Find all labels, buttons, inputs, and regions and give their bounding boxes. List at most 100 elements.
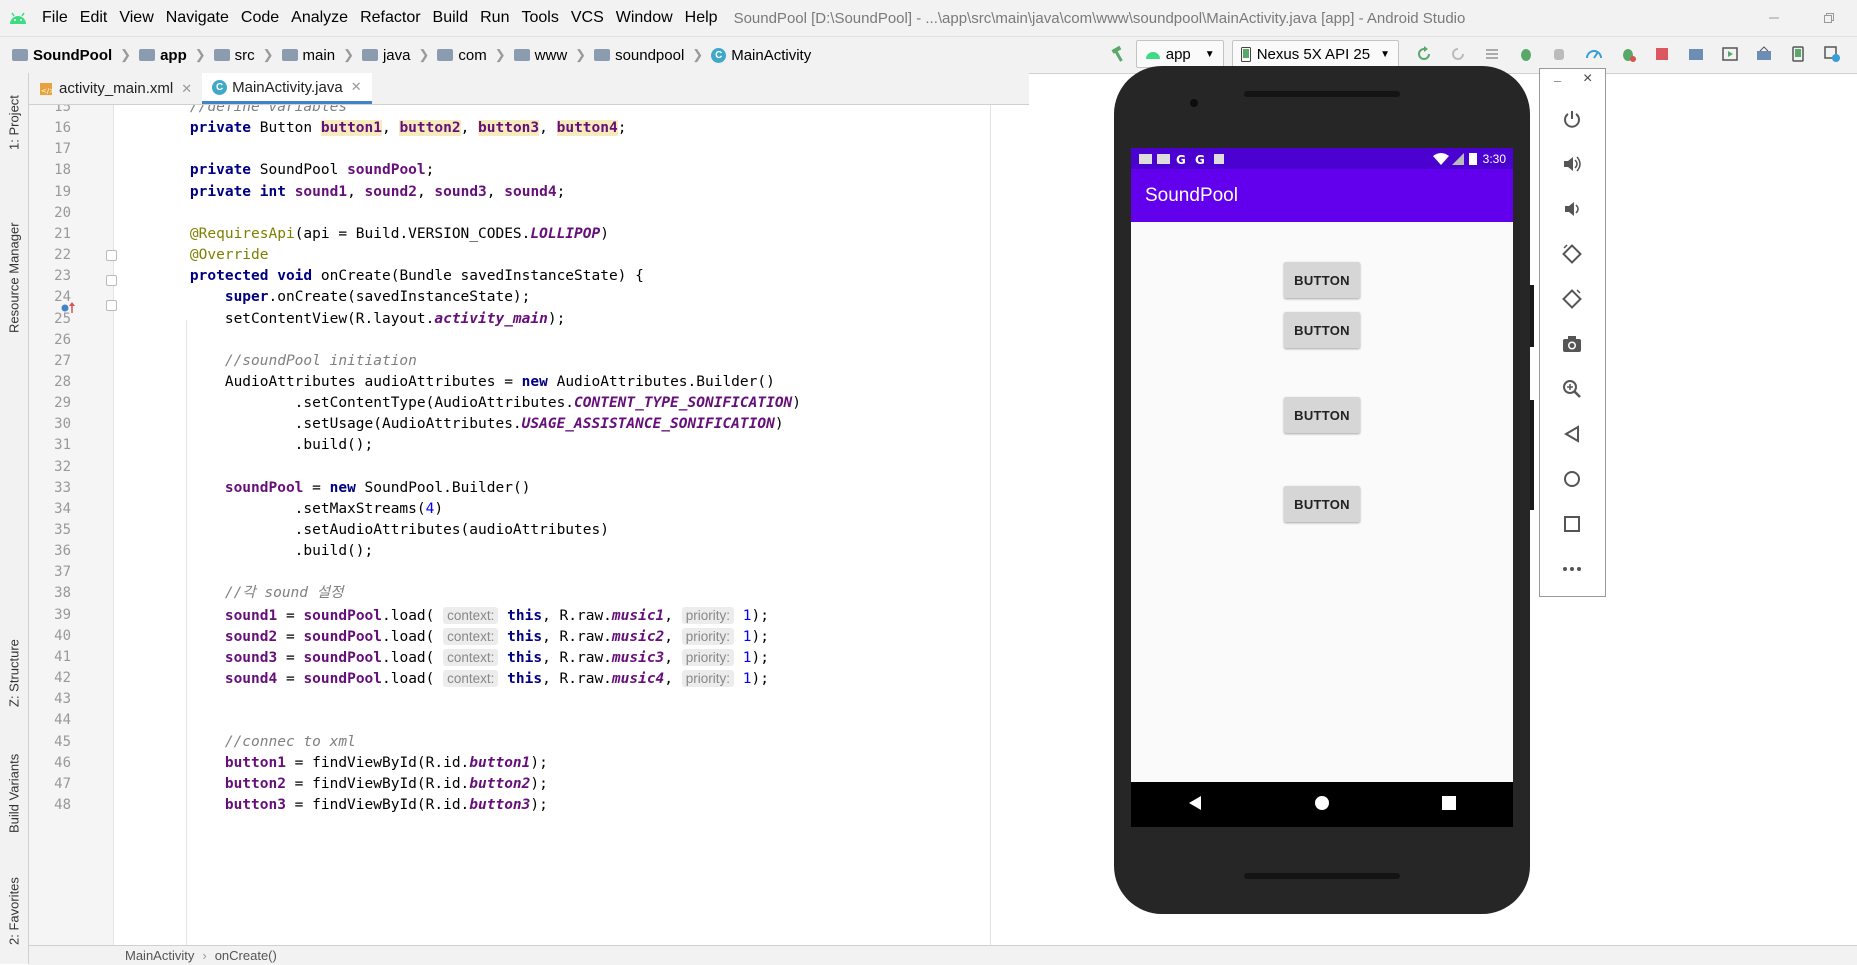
screenshot-button[interactable] bbox=[1557, 329, 1587, 359]
app-button-2[interactable]: BUTTON bbox=[1284, 312, 1360, 348]
menu-build[interactable]: Build bbox=[427, 0, 475, 36]
power-button[interactable] bbox=[1557, 104, 1587, 134]
menu-vcs[interactable]: VCS bbox=[565, 0, 610, 36]
overview-button[interactable] bbox=[1557, 509, 1587, 539]
avd-manager-icon[interactable] bbox=[1719, 43, 1741, 65]
phone-home-button[interactable] bbox=[1314, 795, 1330, 815]
breadcrumb-src[interactable]: src ❯ bbox=[213, 47, 274, 64]
breadcrumb-java[interactable]: java ❯ bbox=[361, 47, 430, 64]
status-method-name[interactable]: onCreate() bbox=[215, 948, 277, 963]
phone-back-button[interactable] bbox=[1187, 795, 1203, 815]
volume-down-button[interactable] bbox=[1557, 194, 1587, 224]
code-token: , R.raw. bbox=[542, 649, 612, 666]
menu-bar: File Edit View Navigate Code Analyze Ref… bbox=[0, 0, 1857, 36]
breadcrumb-com[interactable]: com ❯ bbox=[437, 47, 506, 64]
code-token: , R.raw. bbox=[542, 607, 612, 624]
front-camera bbox=[1190, 99, 1198, 107]
code-token: .load( bbox=[382, 628, 444, 645]
code-token: ) bbox=[600, 225, 609, 242]
code-token: this bbox=[507, 628, 543, 645]
attach-list-icon[interactable] bbox=[1481, 43, 1503, 65]
phone-overview-button[interactable] bbox=[1441, 795, 1457, 815]
fold-marker-icon[interactable] bbox=[106, 250, 117, 261]
profile-gauge-icon[interactable] bbox=[1583, 43, 1605, 65]
apply-changes-icon[interactable] bbox=[1413, 43, 1435, 65]
chevron-right-icon: ❯ bbox=[194, 47, 206, 62]
menu-navigate[interactable]: Navigate bbox=[160, 0, 235, 36]
code-token: this bbox=[507, 649, 543, 666]
menu-file[interactable]: File bbox=[36, 0, 74, 36]
structure-tool-tab[interactable]: Z: Structure bbox=[2, 618, 26, 728]
close-icon[interactable]: ✕ bbox=[181, 81, 192, 97]
build-variants-tool-tab[interactable]: Build Variants bbox=[2, 738, 26, 848]
back-button[interactable] bbox=[1557, 419, 1587, 449]
code-token: USAGE_ASSISTANCE_SONIFICATION bbox=[521, 416, 775, 433]
home-circle-icon bbox=[1314, 795, 1329, 810]
package-icon bbox=[437, 49, 454, 61]
resource-manager-tool-tab[interactable]: Resource Manager bbox=[2, 193, 26, 363]
menu-code[interactable]: Code bbox=[235, 0, 285, 36]
zoom-button[interactable] bbox=[1557, 374, 1587, 404]
code-token: = bbox=[277, 671, 304, 688]
attach-debugger-icon[interactable] bbox=[1549, 43, 1571, 65]
menu-help[interactable]: Help bbox=[679, 0, 724, 36]
apply-code-changes-icon[interactable] bbox=[1447, 43, 1469, 65]
close-icon[interactable]: ✕ bbox=[351, 79, 362, 95]
menu-view[interactable]: View bbox=[113, 0, 159, 36]
emulator-minimize-button[interactable]: – bbox=[1554, 73, 1561, 88]
tab-activity-main-xml[interactable]: </> activity_main.xml ✕ bbox=[29, 73, 202, 104]
status-class-name[interactable]: MainActivity bbox=[125, 948, 194, 963]
menu-analyze[interactable]: Analyze bbox=[285, 0, 354, 36]
device-select[interactable]: Nexus 5X API 25 ▼ bbox=[1231, 40, 1399, 68]
emulator-close-button[interactable]: × bbox=[1583, 70, 1592, 88]
menu-tools[interactable]: Tools bbox=[515, 0, 564, 36]
code-token: , R.raw. bbox=[542, 628, 612, 645]
sync-project-icon[interactable] bbox=[1685, 43, 1707, 65]
fold-marker-icon[interactable] bbox=[106, 300, 117, 311]
attach-debugger-process-icon[interactable] bbox=[1617, 43, 1639, 65]
code-editor[interactable]: 15 //define variables 16 private Button b… bbox=[29, 105, 1019, 945]
phone-side-button[interactable] bbox=[1530, 285, 1534, 347]
minimize-window-button[interactable] bbox=[1751, 0, 1797, 36]
restore-window-button[interactable] bbox=[1806, 0, 1852, 36]
favorites-tool-tab[interactable]: 2: Favorites bbox=[2, 863, 26, 959]
breadcrumb-mainactivity[interactable]: C MainActivity bbox=[711, 47, 811, 64]
power-icon bbox=[1564, 111, 1580, 128]
layout-inspector-icon[interactable] bbox=[1821, 43, 1843, 65]
phone-side-button[interactable] bbox=[1530, 400, 1534, 510]
more-button[interactable] bbox=[1557, 554, 1587, 584]
rotate-right-button[interactable] bbox=[1557, 284, 1587, 314]
rotate-left-button[interactable] bbox=[1557, 239, 1587, 269]
device-manager-icon[interactable] bbox=[1787, 43, 1809, 65]
menu-window[interactable]: Window bbox=[610, 0, 679, 36]
home-button[interactable] bbox=[1557, 464, 1587, 494]
stop-icon[interactable] bbox=[1651, 43, 1673, 65]
breadcrumb-main[interactable]: main ❯ bbox=[281, 47, 354, 64]
app-button-3[interactable]: BUTTON bbox=[1284, 397, 1360, 433]
code-token: sound3 bbox=[434, 183, 487, 200]
breadcrumb-app[interactable]: app ❯ bbox=[139, 47, 206, 64]
run-configuration-select[interactable]: app ▼ bbox=[1135, 40, 1224, 68]
override-gutter-icon[interactable] bbox=[60, 301, 76, 319]
menu-run[interactable]: Run bbox=[474, 0, 515, 36]
code-token: ); bbox=[530, 754, 548, 771]
build-hammer-icon[interactable] bbox=[1108, 43, 1130, 65]
code-token: sound2 bbox=[224, 628, 278, 645]
tab-main-activity-java[interactable]: C MainActivity.java ✕ bbox=[202, 73, 372, 104]
menu-edit[interactable]: Edit bbox=[74, 0, 114, 36]
debug-bug-icon[interactable] bbox=[1515, 43, 1537, 65]
fold-marker-icon[interactable] bbox=[106, 275, 117, 286]
breadcrumb-project[interactable]: SoundPool ❯ bbox=[12, 47, 131, 64]
app-button-1[interactable]: BUTTON bbox=[1284, 262, 1360, 298]
code-line[interactable]: 48 button3 = findViewById(R.id.button3); bbox=[29, 793, 1019, 818]
app-button-4[interactable]: BUTTON bbox=[1284, 486, 1360, 522]
project-tool-tab[interactable]: 1: Project bbox=[2, 83, 26, 163]
chevron-right-icon: ❯ bbox=[418, 47, 430, 62]
volume-up-button[interactable] bbox=[1557, 149, 1587, 179]
breadcrumb-soundpool[interactable]: soundpool ❯ bbox=[594, 47, 703, 64]
code-token: , bbox=[664, 628, 682, 645]
sdk-manager-icon[interactable] bbox=[1753, 43, 1775, 65]
breadcrumb-www[interactable]: www ❯ bbox=[513, 47, 586, 64]
menu-refactor[interactable]: Refactor bbox=[354, 0, 426, 36]
